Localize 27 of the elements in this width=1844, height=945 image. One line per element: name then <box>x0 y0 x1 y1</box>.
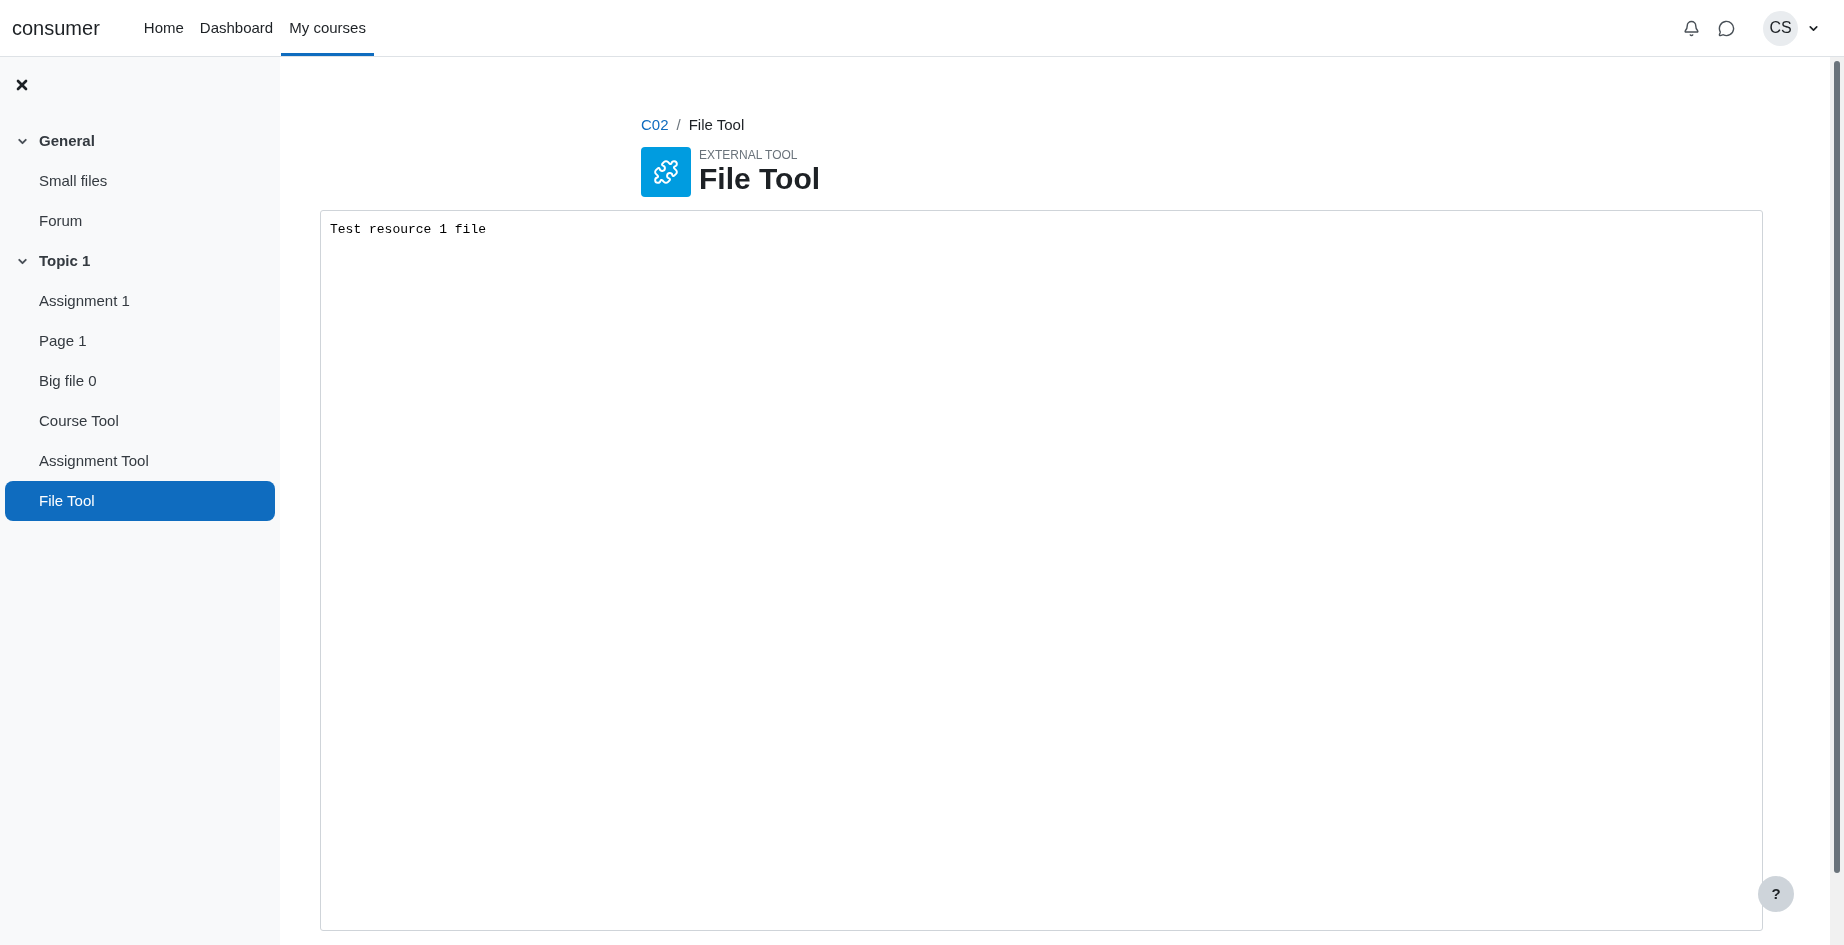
breadcrumb-separator: / <box>676 115 681 135</box>
nav-link[interactable]: My courses <box>281 0 374 56</box>
course-index-item[interactable]: Big file 0 <box>5 361 275 401</box>
course-index-item[interactable]: Small files <box>5 161 275 201</box>
course-index-item[interactable]: Page 1 <box>5 321 275 361</box>
nav-link[interactable]: Dashboard <box>191 0 282 56</box>
course-index-item[interactable]: Forum <box>5 201 275 241</box>
course-index-item[interactable]: File Tool <box>5 481 275 521</box>
user-avatar[interactable]: CS <box>1763 10 1798 46</box>
notifications-bell-icon[interactable] <box>1683 19 1700 37</box>
section-title[interactable]: General <box>39 129 95 153</box>
page-title: File Tool <box>699 161 821 196</box>
course-index-item[interactable]: Assignment 1 <box>5 281 275 321</box>
course-index-item[interactable]: Course Tool <box>5 401 275 441</box>
breadcrumb-link[interactable]: C02 <box>641 114 669 137</box>
site-name[interactable]: consumer <box>12 13 100 43</box>
frame-text: Test resource 1 file <box>330 220 488 239</box>
section-title[interactable]: Topic 1 <box>39 249 91 273</box>
activity-type-label: EXTERNAL TOOL <box>699 147 799 162</box>
external-tool-icon <box>641 146 691 197</box>
nav-link[interactable]: Home <box>135 0 192 56</box>
close-drawer-icon[interactable] <box>14 77 30 93</box>
course-index-item[interactable]: Assignment Tool <box>5 441 275 481</box>
messages-icon[interactable] <box>1718 19 1735 37</box>
help-button[interactable]: ? <box>1758 876 1794 912</box>
scrollbar-thumb[interactable] <box>1834 61 1840 873</box>
breadcrumb-current: File Tool <box>688 115 745 135</box>
